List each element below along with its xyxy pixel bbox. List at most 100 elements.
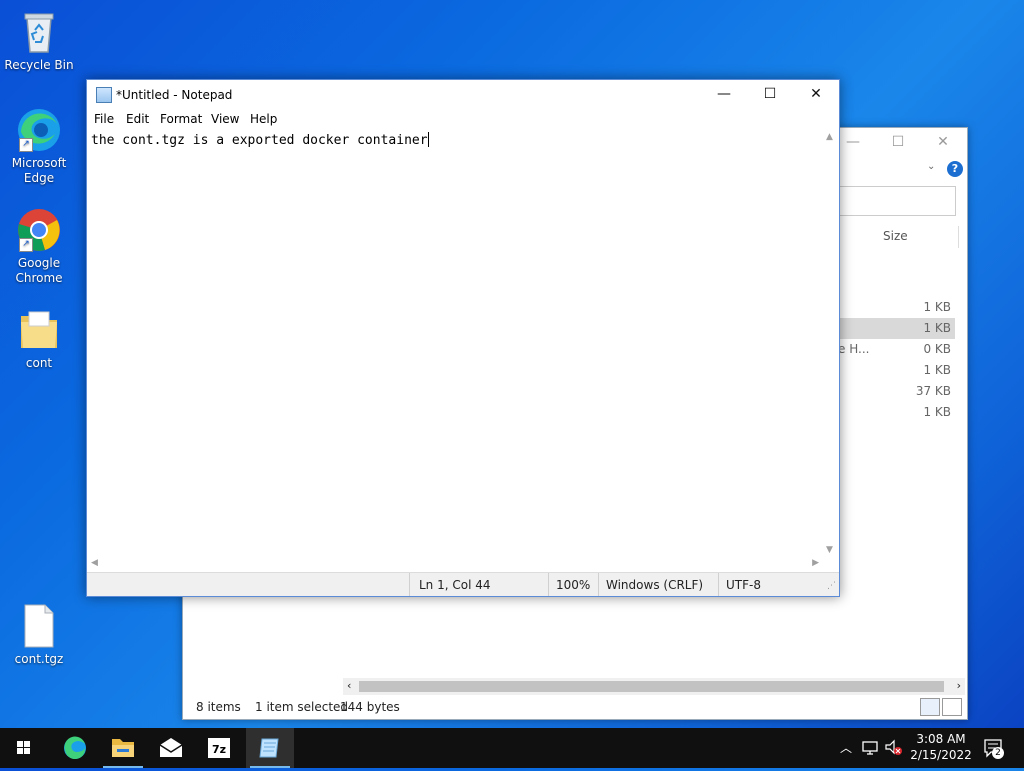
column-header-size[interactable]: Size: [883, 229, 908, 243]
item-count: 8 items: [196, 700, 241, 714]
text-caret: [427, 132, 429, 147]
edge-icon: ↗: [15, 106, 63, 154]
clock-date: 2/15/2022: [910, 748, 972, 762]
notepad-icon: [96, 87, 112, 103]
desktop-icon-cont-folder[interactable]: cont: [4, 306, 74, 371]
selection-count: 1 item selected: [255, 700, 349, 714]
file-row-selected[interactable]: 1 KB: [838, 318, 955, 339]
resize-grip-icon[interactable]: ⋰: [827, 581, 836, 591]
column-separator[interactable]: [958, 226, 959, 248]
window-title: *Untitled - Notepad: [116, 88, 233, 102]
notepad-window[interactable]: *Untitled - Notepad — ☐ ✕ File Edit Form…: [86, 79, 840, 597]
7zip-icon: 7z: [208, 738, 230, 758]
folder-icon: [15, 306, 63, 354]
desktop-icon-label: Microsoft Edge: [11, 156, 67, 185]
taskbar: 7z ︿ 3:08 AM 2/15/2022 2: [0, 728, 1024, 768]
status-separator: [598, 573, 599, 596]
cursor-position: Ln 1, Col 44: [419, 578, 491, 592]
file-size: 0 KB: [923, 342, 951, 356]
explorer-status-bar: 8 items 1 item selected 144 bytes: [183, 696, 965, 718]
recycle-bin-icon: [15, 8, 63, 56]
edge-icon: [64, 736, 86, 760]
taskbar-7zip[interactable]: 7z: [195, 728, 243, 768]
action-center-button[interactable]: 2: [983, 738, 1005, 759]
scroll-left-icon[interactable]: ‹: [347, 679, 351, 692]
file-row[interactable]: 1 KB: [838, 360, 955, 381]
help-icon[interactable]: ?: [947, 161, 963, 177]
status-bar: Ln 1, Col 44 100% Windows (CRLF) UTF-8 ⋰: [87, 572, 839, 596]
notification-badge: 2: [992, 747, 1004, 759]
file-size: 37 KB: [915, 384, 951, 398]
taskbar-mail[interactable]: [147, 728, 195, 768]
status-separator: [548, 573, 549, 596]
search-input[interactable]: [838, 186, 956, 216]
shortcut-arrow-icon: ↗: [19, 138, 33, 152]
encoding: UTF-8: [726, 578, 761, 592]
desktop-icon-chrome[interactable]: ↗ Google Chrome: [4, 206, 74, 286]
minimize-button[interactable]: —: [838, 134, 868, 152]
status-separator: [409, 573, 410, 596]
file-row[interactable]: 37 KB: [838, 381, 955, 402]
menu-view[interactable]: View: [211, 112, 239, 126]
taskbar-file-explorer[interactable]: [99, 728, 147, 768]
file-size: 1 KB: [923, 363, 951, 377]
maximize-button[interactable]: ☐: [747, 80, 793, 110]
file-icon: [15, 602, 63, 650]
scroll-up-icon[interactable]: ▲: [826, 132, 833, 142]
menu-edit[interactable]: Edit: [126, 112, 149, 126]
desktop-icon-edge[interactable]: ↗ Microsoft Edge: [4, 106, 74, 186]
close-button[interactable]: ✕: [928, 134, 958, 152]
chrome-icon: ↗: [15, 206, 63, 254]
svg-text:7z: 7z: [212, 743, 226, 756]
volume-muted-icon[interactable]: [884, 739, 904, 757]
line-ending: Windows (CRLF): [606, 578, 704, 592]
file-name: e H...: [838, 342, 870, 356]
file-row[interactable]: e H... 0 KB: [838, 339, 955, 360]
desktop-icon-cont-tgz[interactable]: cont.tgz: [4, 602, 74, 667]
start-button[interactable]: [0, 728, 48, 768]
file-row[interactable]: 1 KB: [838, 402, 955, 423]
editor-text: the cont.tgz is a exported docker contai…: [91, 132, 429, 148]
file-explorer-icon: [112, 739, 134, 757]
close-button[interactable]: ✕: [793, 80, 839, 110]
file-row[interactable]: 1 KB: [838, 297, 955, 318]
file-size: 1 KB: [923, 300, 951, 314]
file-size: 1 KB: [923, 321, 951, 335]
taskbar-notepad[interactable]: [246, 728, 294, 768]
title-bar[interactable]: *Untitled - Notepad — ☐ ✕: [87, 80, 839, 110]
start-icon: [17, 741, 30, 754]
desktop-icon-recycle-bin[interactable]: Recycle Bin: [4, 8, 74, 73]
file-size: 1 KB: [923, 405, 951, 419]
menu-file[interactable]: File: [94, 112, 114, 126]
scroll-right-icon[interactable]: ▶: [812, 558, 819, 568]
horizontal-scrollbar[interactable]: ◀ ▶: [87, 557, 823, 572]
horizontal-scrollbar[interactable]: ‹ ›: [343, 678, 965, 695]
zoom-level: 100%: [556, 578, 591, 592]
clock-time: 3:08 AM: [916, 732, 966, 746]
chevron-down-icon[interactable]: ⌄: [927, 161, 935, 172]
desktop-icon-label: Google Chrome: [15, 256, 63, 285]
menu-help[interactable]: Help: [250, 112, 277, 126]
clock[interactable]: 3:08 AM 2/15/2022: [908, 731, 974, 763]
desktop-icon-label: cont: [25, 356, 53, 370]
mail-icon: [159, 738, 183, 757]
status-separator: [718, 573, 719, 596]
editor-content: the cont.tgz is a exported docker contai…: [91, 133, 428, 148]
large-icons-view-button[interactable]: [942, 698, 962, 716]
scroll-left-icon[interactable]: ◀: [91, 558, 98, 568]
menu-format[interactable]: Format: [160, 112, 202, 126]
desktop-icon-label: Recycle Bin: [4, 58, 74, 72]
network-icon[interactable]: [861, 739, 881, 757]
minimize-button[interactable]: —: [701, 80, 747, 110]
notepad-icon: [259, 738, 279, 758]
text-editor[interactable]: the cont.tgz is a exported docker contai…: [87, 130, 823, 557]
details-view-button[interactable]: [920, 698, 940, 716]
scrollbar-thumb[interactable]: [359, 681, 944, 692]
scroll-right-icon[interactable]: ›: [957, 679, 961, 692]
desktop-icon-label: cont.tgz: [14, 652, 64, 666]
show-hidden-icons-icon[interactable]: ︿: [840, 739, 852, 756]
vertical-scrollbar[interactable]: ▲ ▼: [823, 130, 838, 557]
taskbar-edge[interactable]: [51, 728, 99, 768]
maximize-button[interactable]: ☐: [883, 134, 913, 152]
scroll-down-icon[interactable]: ▼: [826, 545, 833, 555]
